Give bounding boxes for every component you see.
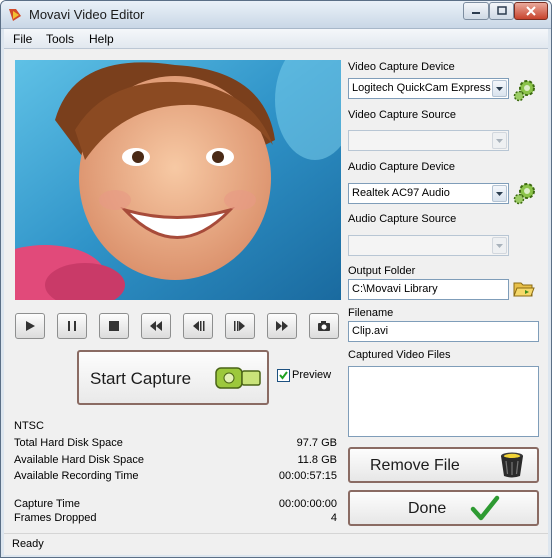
capture-time-label: Capture Time [14, 498, 81, 510]
app-window: Movavi Video Editor File Tools Help Star… [0, 0, 552, 558]
audio-source-select [348, 235, 509, 256]
chevron-down-icon [496, 192, 503, 196]
rewind-icon [150, 321, 162, 331]
captured-files-label: Captured Video Files [348, 349, 451, 361]
close-button[interactable] [514, 2, 548, 20]
remove-file-label: Remove File [370, 457, 460, 474]
preview-checkbox-label: Preview [292, 369, 332, 381]
preview-checkbox[interactable] [277, 369, 290, 382]
trash-icon [501, 452, 523, 478]
app-icon [9, 9, 21, 21]
rewind-button[interactable] [141, 313, 171, 339]
done-button[interactable]: Done [348, 490, 539, 526]
maximize-icon [496, 6, 507, 15]
pause-icon [68, 321, 76, 331]
video-device-value: Logitech QuickCam Express [352, 82, 491, 94]
step-forward-icon [234, 321, 245, 331]
status-bar: Ready [4, 533, 548, 555]
capture-panel: Start Capture Preview NTSC Total Hard Di… [4, 49, 548, 533]
play-icon [26, 321, 35, 331]
window-title: Movavi Video Editor [29, 7, 145, 22]
gear-icon[interactable] [513, 78, 537, 102]
done-label: Done [408, 500, 447, 517]
video-device-label: Video Capture Device [348, 61, 455, 73]
close-icon [526, 6, 536, 16]
video-camera-icon [215, 367, 261, 389]
title-bar[interactable]: Movavi Video Editor [1, 1, 551, 29]
output-folder-field[interactable]: C:\Movavi Library [348, 279, 509, 300]
total-disk-label: Total Hard Disk Space [14, 437, 123, 449]
stop-icon [109, 321, 119, 331]
output-folder-label: Output Folder [348, 265, 416, 277]
dropdown-button[interactable] [492, 185, 507, 202]
play-button[interactable] [15, 313, 45, 339]
menu-bar: File Tools Help [4, 29, 548, 49]
chevron-down-icon [496, 244, 503, 248]
start-capture-label: Start Capture [90, 369, 192, 388]
pause-button[interactable] [57, 313, 87, 339]
gear-icon[interactable] [513, 181, 537, 205]
checkmark-icon [279, 371, 288, 380]
available-disk-label: Available Hard Disk Space [14, 454, 145, 466]
audio-device-select[interactable]: Realtek AC97 Audio [348, 183, 509, 204]
fast-forward-button[interactable] [267, 313, 297, 339]
video-preview [15, 60, 341, 300]
audio-device-label: Audio Capture Device [348, 161, 456, 173]
dropdown-button [492, 237, 507, 254]
capture-time-value: 00:00:00:00 [278, 498, 337, 510]
video-source-label: Video Capture Source [348, 109, 457, 121]
audio-source-label: Audio Capture Source [348, 213, 457, 225]
camera-icon [318, 321, 330, 331]
recording-time-label: Available Recording Time [14, 470, 139, 482]
minimize-icon [472, 12, 480, 14]
video-device-select[interactable]: Logitech QuickCam Express [348, 78, 509, 99]
folder-open-icon[interactable] [513, 280, 535, 298]
menu-tools[interactable]: Tools [46, 32, 74, 46]
fast-forward-icon [276, 321, 288, 331]
remove-file-button[interactable]: Remove File [348, 447, 539, 483]
recording-time-value: 00:00:57:15 [278, 470, 337, 482]
start-capture-button[interactable]: Start Capture [77, 350, 269, 405]
minimize-button[interactable] [463, 2, 489, 20]
status-text: Ready [12, 538, 44, 550]
dropdown-button [492, 132, 507, 149]
step-forward-button[interactable] [225, 313, 255, 339]
frames-dropped-value: 4 [330, 512, 337, 524]
checkmark-icon [470, 495, 500, 521]
filename-label: Filename [348, 307, 394, 319]
snapshot-button[interactable] [309, 313, 339, 339]
video-format-label: NTSC [14, 420, 44, 432]
menu-help[interactable]: Help [89, 32, 114, 46]
filename-field[interactable]: Clip.avi [348, 321, 539, 342]
step-back-icon [193, 321, 205, 331]
step-back-button[interactable] [183, 313, 213, 339]
chevron-down-icon [496, 139, 503, 143]
frames-dropped-label: Frames Dropped [14, 512, 97, 524]
dropdown-button[interactable] [492, 80, 507, 97]
audio-device-value: Realtek AC97 Audio [352, 187, 450, 199]
available-disk-value: 11.8 GB [297, 454, 337, 466]
video-source-select [348, 130, 509, 151]
menu-file[interactable]: File [13, 32, 32, 46]
chevron-down-icon [496, 87, 503, 91]
stop-button[interactable] [99, 313, 129, 339]
total-disk-value: 97.7 GB [296, 437, 337, 449]
maximize-button[interactable] [489, 2, 514, 20]
captured-files-list[interactable] [348, 366, 539, 437]
